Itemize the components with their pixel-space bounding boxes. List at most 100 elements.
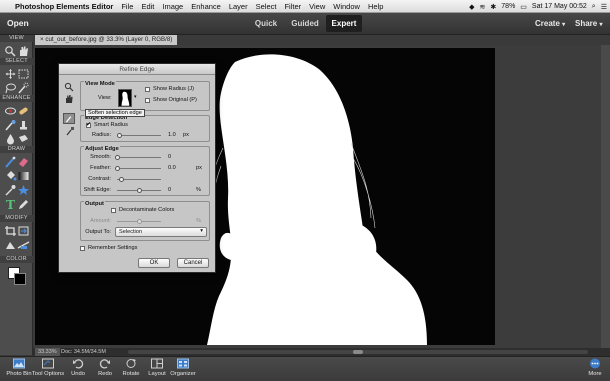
chevron-down-icon: ▾: [599, 22, 603, 28]
undo-button[interactable]: Undo: [66, 358, 90, 381]
view-mode-thumbnail[interactable]: [118, 89, 132, 107]
blur-tool-icon[interactable]: [4, 132, 17, 145]
menu-layer[interactable]: Layer: [225, 2, 252, 11]
show-radius-label: Show Radius (J): [153, 86, 195, 92]
photo-bin-button[interactable]: Photo Bin: [4, 358, 34, 381]
horizontal-scrollbar[interactable]: [128, 350, 588, 354]
feather-unit: px: [196, 165, 202, 171]
show-radius-checkbox[interactable]: [145, 87, 150, 92]
more-button[interactable]: More: [584, 358, 606, 381]
feather-slider[interactable]: [115, 166, 161, 171]
tab-guided[interactable]: Guided: [287, 15, 323, 32]
menu-edit[interactable]: Edit: [137, 2, 158, 11]
eraser-tool-icon[interactable]: [17, 155, 30, 167]
open-button[interactable]: Open ▾: [2, 15, 34, 45]
tab-quick[interactable]: Quick: [248, 15, 284, 32]
search-icon[interactable]: ⌕: [592, 3, 596, 11]
scroll-thumb[interactable]: [353, 350, 363, 354]
amount-label: Amount:: [90, 218, 111, 224]
app-name-menu[interactable]: Photoshop Elements Editor: [11, 2, 117, 11]
rotate-button[interactable]: Rotate: [118, 358, 144, 381]
menu-image[interactable]: Image: [158, 2, 187, 11]
shift-edge-value[interactable]: 0: [168, 187, 171, 193]
content-aware-move-tool-icon[interactable]: [4, 238, 17, 250]
marquee-tool-icon[interactable]: [17, 67, 30, 79]
menu-file[interactable]: File: [117, 2, 137, 11]
smart-brush-tool-icon[interactable]: [4, 118, 17, 131]
menu-window[interactable]: Window: [329, 2, 364, 11]
feather-slider-knob[interactable]: [115, 166, 120, 171]
clone-stamp-tool-icon[interactable]: [17, 118, 30, 130]
eyedropper-tool-icon[interactable]: [4, 183, 17, 196]
radius-value[interactable]: 1.0: [168, 132, 176, 138]
vertical-scrollbar[interactable]: [601, 45, 610, 348]
notification-icon[interactable]: ☰: [601, 3, 607, 11]
shift-edge-slider[interactable]: [117, 188, 161, 193]
create-button[interactable]: Create ▾: [535, 15, 565, 32]
smooth-value[interactable]: 0: [168, 154, 171, 160]
straighten-tool-icon[interactable]: [17, 238, 30, 250]
organizer-label: Organizer: [170, 371, 196, 377]
chevron-down-icon[interactable]: ▾: [134, 94, 137, 100]
tool-options-button[interactable]: Tool Options: [31, 358, 65, 381]
amount-slider[interactable]: [117, 219, 161, 224]
bluetooth-icon[interactable]: ✱: [490, 3, 496, 11]
brush-tool-icon[interactable]: [4, 155, 17, 168]
menu-enhance[interactable]: Enhance: [187, 2, 225, 11]
clock[interactable]: Sat 17 May 00:52: [532, 3, 587, 10]
amount-slider-knob[interactable]: [137, 219, 142, 224]
crop-tool-icon[interactable]: [4, 224, 17, 236]
lasso-tool-icon[interactable]: [4, 81, 17, 94]
recompose-tool-icon[interactable]: [17, 224, 30, 236]
type-tool-icon[interactable]: T: [4, 197, 17, 212]
erase-refinements-tool-icon[interactable]: [65, 126, 75, 136]
wifi-icon[interactable]: ≋: [480, 3, 486, 11]
menu-filter[interactable]: Filter: [280, 2, 305, 11]
show-original-checkbox[interactable]: [145, 98, 150, 103]
redo-button[interactable]: Redo: [94, 358, 116, 381]
adjust-edge-heading: Adjust Edge: [84, 146, 120, 152]
pencil-tool-icon[interactable]: [17, 197, 30, 209]
tab-expert[interactable]: Expert: [326, 15, 362, 32]
hand-tool-icon[interactable]: [17, 44, 30, 56]
smart-radius-checkbox[interactable]: [86, 121, 91, 128]
refine-radius-tool-icon[interactable]: [63, 113, 75, 124]
ok-button[interactable]: OK: [138, 258, 170, 268]
battery-icon[interactable]: ▭: [520, 3, 527, 11]
close-icon[interactable]: ×: [40, 36, 44, 43]
red-eye-tool-icon[interactable]: [4, 104, 17, 116]
custom-shape-tool-icon[interactable]: [17, 183, 30, 195]
move-tool-icon[interactable]: [4, 67, 17, 79]
smart-radius-label: Smart Radius: [94, 122, 128, 128]
smooth-slider-knob[interactable]: [115, 155, 120, 160]
sponge-tool-icon[interactable]: [17, 132, 30, 144]
zoom-tool-icon[interactable]: [4, 44, 17, 57]
menu-select[interactable]: Select: [252, 2, 281, 11]
dropbox-icon[interactable]: ◆: [469, 3, 474, 11]
feather-value[interactable]: 0.0: [168, 165, 176, 171]
cancel-button[interactable]: Cancel: [177, 258, 209, 268]
layout-button[interactable]: Layout: [144, 358, 170, 381]
spot-healing-tool-icon[interactable]: [17, 104, 30, 116]
paint-bucket-tool-icon[interactable]: [4, 169, 17, 181]
menu-help[interactable]: Help: [364, 2, 387, 11]
radius-slider[interactable]: [117, 133, 161, 138]
contrast-slider[interactable]: [117, 177, 161, 182]
share-button[interactable]: Share ▾: [575, 15, 602, 32]
document-tab[interactable]: × cut_out_before.jpg @ 33.3% (Layer 0, R…: [35, 35, 178, 45]
decontaminate-colors-checkbox[interactable]: [111, 208, 116, 213]
shift-edge-slider-knob[interactable]: [137, 188, 142, 193]
output-to-select[interactable]: Selection ▾: [115, 227, 207, 237]
background-color-swatch[interactable]: [14, 273, 26, 285]
hand-tool-icon[interactable]: [64, 94, 74, 104]
organizer-button[interactable]: Organizer: [168, 358, 198, 381]
remember-settings-checkbox[interactable]: [80, 246, 85, 251]
contrast-slider-knob[interactable]: [119, 177, 124, 182]
quick-selection-tool-icon[interactable]: [17, 81, 30, 94]
menu-view[interactable]: View: [305, 2, 329, 11]
smooth-slider[interactable]: [115, 155, 161, 160]
radius-slider-knob[interactable]: [117, 133, 122, 138]
gradient-tool-icon[interactable]: [17, 169, 30, 181]
zoom-level[interactable]: 33.33%: [35, 348, 60, 356]
zoom-tool-icon[interactable]: [64, 82, 74, 92]
